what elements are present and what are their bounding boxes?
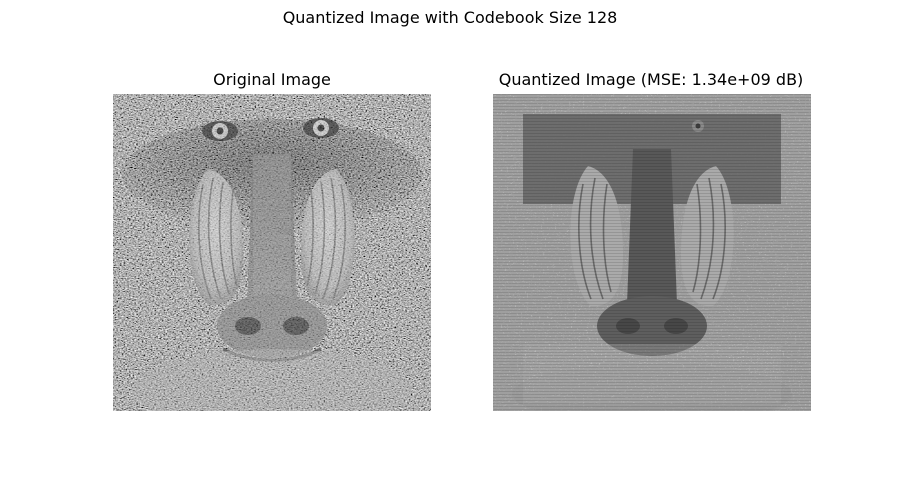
- original-image-title: Original Image: [213, 70, 331, 89]
- quantized-image: [493, 94, 811, 411]
- original-image: [113, 94, 431, 411]
- quantized-image-title: Quantized Image (MSE: 1.34e+09 dB): [498, 70, 804, 89]
- figure-title: Quantized Image with Codebook Size 128: [282, 8, 618, 27]
